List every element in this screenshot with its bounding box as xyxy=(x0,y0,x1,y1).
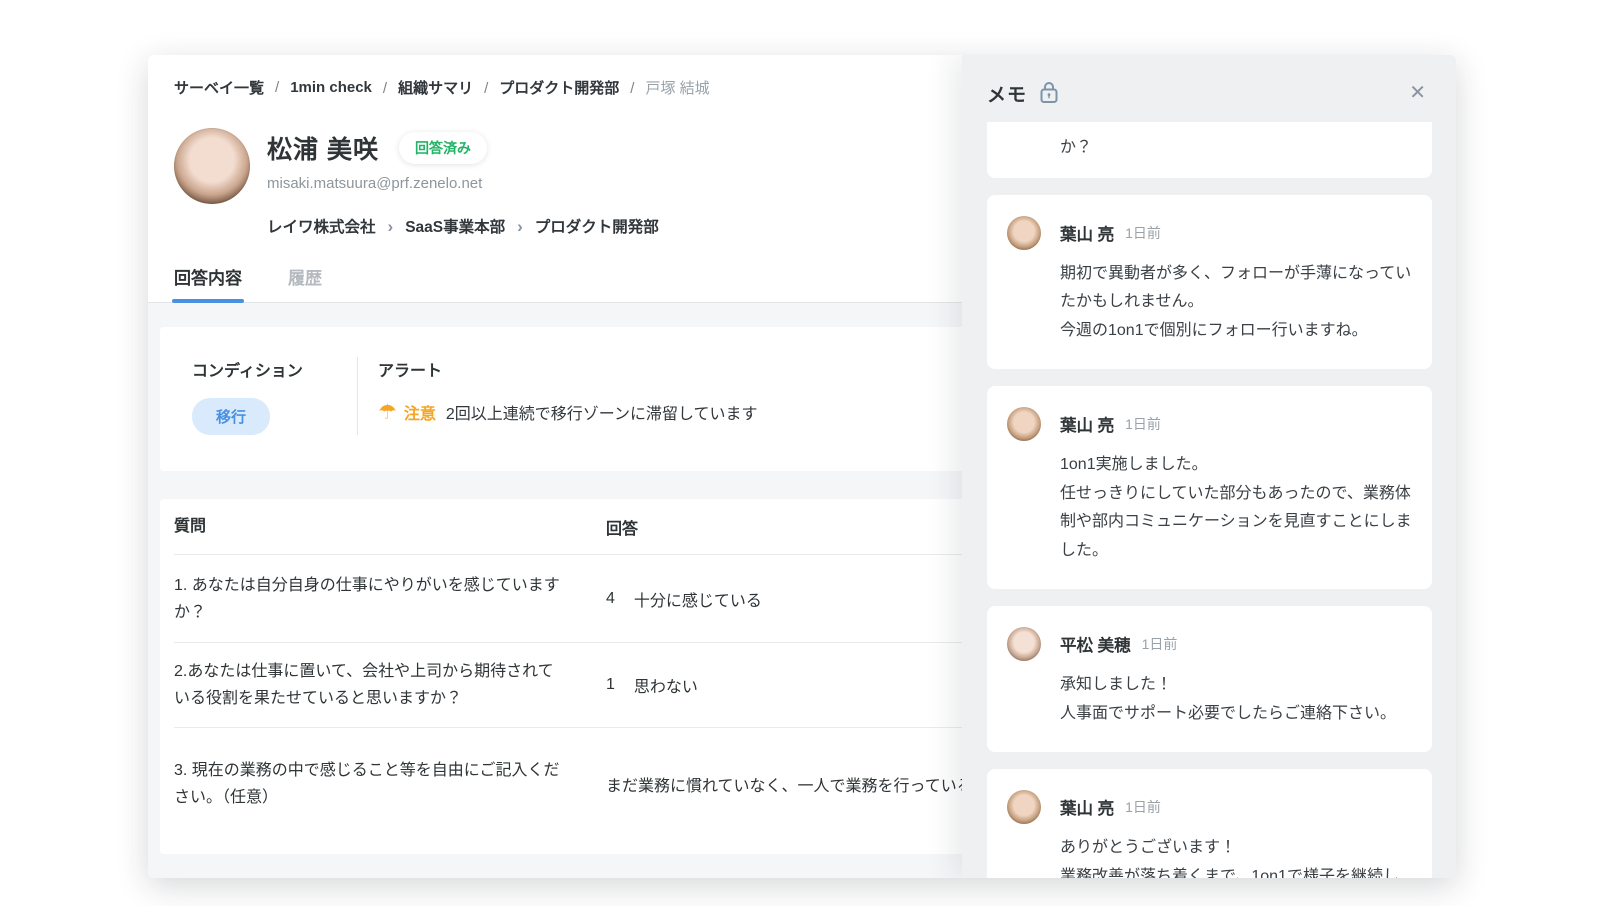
alert-level: 注意 xyxy=(403,406,436,423)
avatar xyxy=(1007,627,1041,662)
person-email: misaki.matsuura@prf.zenelo.net xyxy=(267,175,483,192)
comment-body: 1on1実施しました。 任せっきりにしていた部分もあったので、業務体制や部内コミ… xyxy=(1060,456,1412,559)
person-name: 松浦 美咲 xyxy=(267,136,379,164)
comment-card: 平松 美穂 1日前 承知しました！ 人事面でサポート必要でしたらご連絡下さい。 xyxy=(987,606,1432,753)
tab-answer-content[interactable]: 回答内容 xyxy=(172,264,244,303)
comment-author: 平松 美穂 xyxy=(1060,637,1131,656)
comment-card: 葉山 亮 1日前 1on1実施しました。 任せっきりにしていた部分もあったので、… xyxy=(987,386,1432,590)
comment-body: 期初で異動者が多く、フォローが手薄になっていたかもしれません。 今週の1on1で… xyxy=(1060,265,1412,339)
condition-label: コンディション xyxy=(192,363,303,380)
question-text: 1. あなたは自分自身の仕事にやりがいを感じていますか？ xyxy=(174,576,560,621)
org-department: プロダクト開発部 xyxy=(505,215,659,237)
answer-text: 十分に感じている xyxy=(633,592,762,610)
answer-score: 4 xyxy=(606,589,615,607)
comment-author: 葉山 亮 xyxy=(1060,800,1115,819)
memo-panel: メモ ✕ か？ 葉山 亮 1日前 期初で異動者が多く、フォローが手薄になっていた… xyxy=(962,55,1456,878)
breadcrumb-item-1min-check[interactable]: 1min check xyxy=(264,79,372,96)
comment-body: か？ xyxy=(1060,139,1093,156)
memo-comment-list: か？ 葉山 亮 1日前 期初で異動者が多く、フォローが手薄になっていたかもしれま… xyxy=(962,122,1456,878)
app-window: サーベイ一覧 1min check 組織サマリ プロダクト開発部 戸塚 結城 松… xyxy=(148,55,1456,878)
question-column-header: 質問 xyxy=(174,518,207,535)
close-icon[interactable]: ✕ xyxy=(1405,79,1430,107)
umbrella-alert-icon: ☂ xyxy=(378,400,397,424)
avatar xyxy=(174,128,250,204)
org-company: レイワ株式会社 xyxy=(267,219,376,236)
lock-icon xyxy=(1038,81,1060,105)
comment-body: ありがとうございます！ 業務改善が落ち着くまで、1on1で様子を継続します xyxy=(1060,839,1399,878)
breadcrumb-item-department[interactable]: プロダクト開発部 xyxy=(473,77,619,98)
comment-author: 葉山 亮 xyxy=(1060,417,1115,436)
comment-timestamp: 1日前 xyxy=(1125,416,1161,433)
breadcrumb-item-current-person: 戸塚 結城 xyxy=(619,77,709,98)
breadcrumb-item-org-summary[interactable]: 組織サマリ xyxy=(372,77,473,98)
profile-info: 松浦 美咲 回答済み misaki.matsuura@prf.zenelo.ne… xyxy=(267,128,659,237)
avatar xyxy=(1007,216,1041,250)
memo-title: メモ xyxy=(987,84,1028,106)
status-badge: 回答済み xyxy=(398,132,487,164)
comment-body: 承知しました！ 人事面でサポート必要でしたらご連絡下さい。 xyxy=(1060,676,1397,722)
comment-card-partial: か？ xyxy=(987,122,1432,178)
comment-timestamp: 1日前 xyxy=(1125,799,1161,816)
comment-timestamp: 1日前 xyxy=(1125,225,1161,241)
org-division: SaaS事業本部 xyxy=(376,215,505,237)
answer-text: 思わない xyxy=(633,679,698,697)
answer-score: 1 xyxy=(606,676,615,694)
avatar xyxy=(1007,790,1041,825)
question-text: 3. 現在の業務の中で感じること等を自由にご記入ください。（任意） xyxy=(174,762,560,807)
avatar xyxy=(1007,407,1041,442)
question-text: 2.あなたは仕事に置いて、会社や上司から期待されている役割を果たせていると思いま… xyxy=(174,663,554,708)
condition-value-badge: 移行 xyxy=(192,398,271,435)
comment-author: 葉山 亮 xyxy=(1060,226,1115,244)
alert-text: 2回以上連続で移行ゾーンに滞留しています xyxy=(445,406,758,423)
tab-history[interactable]: 履歴 xyxy=(288,264,322,302)
comment-card: 葉山 亮 1日前 ありがとうございます！ 業務改善が落ち着くまで、1on1で様子… xyxy=(987,769,1432,878)
breadcrumb-item-survey-list[interactable]: サーベイ一覧 xyxy=(174,77,264,98)
org-path: レイワ株式会社 SaaS事業本部 プロダクト開発部 xyxy=(267,215,659,237)
memo-header: メモ ✕ xyxy=(962,55,1456,122)
comment-timestamp: 1日前 xyxy=(1141,636,1178,653)
comment-card: 葉山 亮 1日前 期初で異動者が多く、フォローが手薄になっていたかもしれません。… xyxy=(987,195,1432,370)
